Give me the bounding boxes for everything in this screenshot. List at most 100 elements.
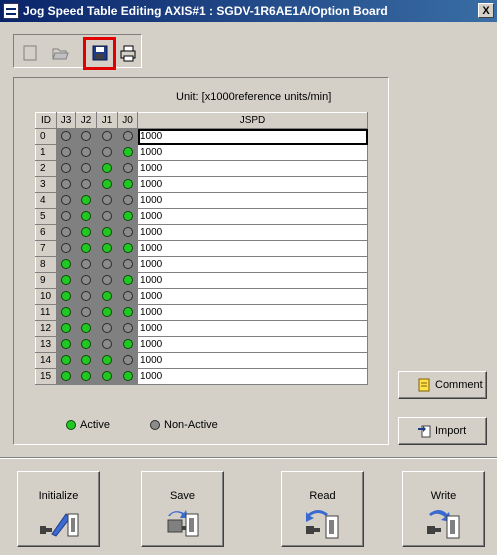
bit-cell-j0 <box>117 192 138 209</box>
jspd-cell[interactable]: 1000 <box>137 208 368 225</box>
jspd-cell[interactable]: 1000 <box>137 336 368 353</box>
inactive-led-icon <box>81 179 91 190</box>
bit-cell-j2 <box>75 144 97 161</box>
inactive-led-icon <box>61 163 71 174</box>
jspd-cell[interactable]: 1000 <box>137 304 368 321</box>
jspd-cell[interactable]: 1000 <box>137 144 368 161</box>
active-led-icon <box>81 243 91 254</box>
inactive-led-icon <box>102 211 112 222</box>
write-button[interactable]: Write <box>402 471 485 547</box>
bit-cell-j1 <box>96 128 118 145</box>
inactive-led-icon <box>81 147 91 158</box>
active-led-icon <box>122 275 133 286</box>
inactive-led-icon <box>81 259 91 270</box>
jspd-cell[interactable]: 1000 <box>137 224 368 241</box>
jspd-cell[interactable]: 1000 <box>137 352 368 369</box>
bit-cell-j2 <box>75 240 97 257</box>
jspd-cell[interactable]: 1000 <box>137 128 368 145</box>
row-id: 4 <box>35 192 57 209</box>
bit-cell-j3 <box>56 320 76 337</box>
jog-speed-table: ID J3 J2 J1 J0 JSPD 0 1000 1 1000 2 1000 3 1000 4 1000… <box>35 112 368 385</box>
bit-cell-j2 <box>75 208 97 225</box>
bit-cell-j1 <box>96 368 118 385</box>
bit-cell-j2 <box>75 336 97 353</box>
active-led-icon <box>102 371 112 382</box>
open-button[interactable] <box>50 43 70 63</box>
active-led-icon <box>122 339 133 350</box>
bit-cell-j1 <box>96 336 118 353</box>
jspd-cell[interactable]: 1000 <box>137 192 368 209</box>
bit-cell-j2 <box>75 128 97 145</box>
active-led-icon <box>102 307 112 318</box>
bit-cell-j2 <box>75 320 97 337</box>
import-button[interactable]: Import <box>398 417 487 445</box>
row-id: 9 <box>35 272 57 289</box>
inactive-led-icon <box>102 131 112 142</box>
bit-cell-j3 <box>56 224 76 241</box>
table-row: 13 1000 <box>35 336 368 353</box>
bit-cell-j0 <box>117 224 138 241</box>
inactive-led-icon <box>61 211 71 222</box>
active-led-icon <box>61 371 71 382</box>
active-led-icon <box>81 227 91 238</box>
save-button[interactable]: Save <box>141 471 224 547</box>
active-led-icon <box>102 179 112 190</box>
jspd-cell[interactable]: 1000 <box>137 256 368 273</box>
active-led-icon <box>81 195 91 206</box>
jspd-cell[interactable]: 1000 <box>137 176 368 193</box>
new-button[interactable] <box>20 43 40 63</box>
jspd-cell[interactable]: 1000 <box>137 320 368 337</box>
bit-cell-j1 <box>96 176 118 193</box>
row-id: 3 <box>35 176 57 193</box>
inactive-led-icon <box>122 323 133 334</box>
bit-cell-j3 <box>56 240 76 257</box>
inactive-led-icon <box>122 227 133 238</box>
table-row: 0 1000 <box>35 128 368 145</box>
jspd-cell[interactable]: 1000 <box>137 368 368 385</box>
active-led-icon <box>122 179 133 190</box>
inactive-led-icon <box>102 339 112 350</box>
bit-cell-j2 <box>75 304 97 321</box>
comment-button[interactable]: Comment <box>398 371 487 399</box>
bit-cell-j0 <box>117 272 138 289</box>
jspd-cell[interactable]: 1000 <box>137 160 368 177</box>
active-led-icon <box>122 243 133 254</box>
column-header-j0: J0 <box>117 112 138 129</box>
active-led-icon <box>122 147 133 158</box>
jspd-cell[interactable]: 1000 <box>137 240 368 257</box>
inactive-led-icon <box>61 147 71 158</box>
inactive-led-icon <box>61 227 71 238</box>
close-button[interactable]: X <box>478 3 494 18</box>
table-row: 4 1000 <box>35 192 368 209</box>
row-id: 5 <box>35 208 57 225</box>
active-led-icon <box>61 307 71 318</box>
comment-icon <box>418 378 430 392</box>
separator <box>0 457 497 459</box>
bit-cell-j0 <box>117 128 138 145</box>
table-row: 11 1000 <box>35 304 368 321</box>
jspd-cell[interactable]: 1000 <box>137 272 368 289</box>
inactive-led-icon <box>102 275 112 286</box>
inactive-led-icon <box>150 420 160 431</box>
bit-cell-j2 <box>75 192 97 209</box>
bit-cell-j1 <box>96 224 118 241</box>
new-icon <box>23 45 37 61</box>
active-led-icon <box>102 243 112 254</box>
jspd-cell[interactable]: 1000 <box>137 288 368 305</box>
bit-cell-j2 <box>75 256 97 273</box>
bit-cell-j0 <box>117 304 138 321</box>
bit-cell-j3 <box>56 272 76 289</box>
read-button[interactable]: Read <box>281 471 364 547</box>
active-led-icon <box>122 307 133 318</box>
bit-cell-j1 <box>96 304 118 321</box>
row-id: 13 <box>35 336 57 353</box>
row-id: 15 <box>35 368 57 385</box>
bit-cell-j0 <box>117 368 138 385</box>
initialize-button[interactable]: Initialize <box>17 471 100 547</box>
table-row: 6 1000 <box>35 224 368 241</box>
active-led-icon <box>102 291 112 302</box>
print-button[interactable] <box>118 43 138 63</box>
bit-cell-j1 <box>96 320 118 337</box>
column-header-j2: J2 <box>75 112 97 129</box>
active-led-icon <box>61 259 71 270</box>
